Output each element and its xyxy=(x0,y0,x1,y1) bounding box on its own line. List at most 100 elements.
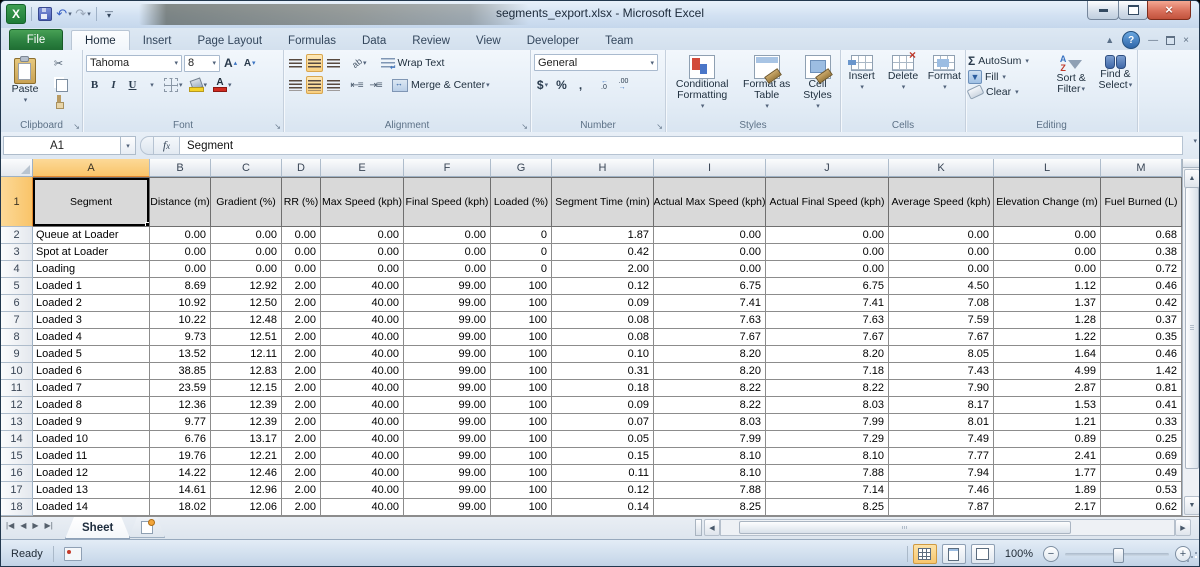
normal-view-button[interactable] xyxy=(913,544,937,564)
cell-H2[interactable]: 1.87 xyxy=(552,227,654,244)
cell-K1[interactable]: Average Speed (kph) xyxy=(889,177,994,227)
underline-button[interactable]: U xyxy=(124,76,141,94)
cell-G17[interactable]: 100 xyxy=(491,482,552,499)
row-header-6[interactable]: 6 xyxy=(1,295,33,312)
cell-B8[interactable]: 9.73 xyxy=(150,329,211,346)
cell-B11[interactable]: 23.59 xyxy=(150,380,211,397)
help-icon[interactable]: ? xyxy=(1122,31,1140,49)
cell-E10[interactable]: 40.00 xyxy=(321,363,404,380)
cell-G2[interactable]: 0 xyxy=(491,227,552,244)
cell-B10[interactable]: 38.85 xyxy=(150,363,211,380)
cell-K3[interactable]: 0.00 xyxy=(889,244,994,261)
column-header-f[interactable]: F xyxy=(404,159,491,177)
cell-F14[interactable]: 99.00 xyxy=(404,431,491,448)
cell-E18[interactable]: 40.00 xyxy=(321,499,404,516)
cell-I5[interactable]: 6.75 xyxy=(654,278,766,295)
cell-K14[interactable]: 7.49 xyxy=(889,431,994,448)
cell-A9[interactable]: Loaded 5 xyxy=(33,346,150,363)
cell-D7[interactable]: 2.00 xyxy=(282,312,321,329)
cell-E1[interactable]: Max Speed (kph) xyxy=(321,177,404,227)
zoom-slider[interactable] xyxy=(1065,553,1169,556)
cell-B17[interactable]: 14.61 xyxy=(150,482,211,499)
cell-L2[interactable]: 0.00 xyxy=(994,227,1101,244)
cell-I1[interactable]: Actual Max Speed (kph) xyxy=(654,177,766,227)
cell-A10[interactable]: Loaded 6 xyxy=(33,363,150,380)
cell-E8[interactable]: 40.00 xyxy=(321,329,404,346)
cell-E11[interactable]: 40.00 xyxy=(321,380,404,397)
autosum-button[interactable]: ΣAutoSum▾ xyxy=(966,53,1049,69)
cell-B2[interactable]: 0.00 xyxy=(150,227,211,244)
cell-E17[interactable]: 40.00 xyxy=(321,482,404,499)
cell-I4[interactable]: 0.00 xyxy=(654,261,766,278)
cell-F5[interactable]: 99.00 xyxy=(404,278,491,295)
cell-E7[interactable]: 40.00 xyxy=(321,312,404,329)
cell-G4[interactable]: 0 xyxy=(491,261,552,278)
cell-L10[interactable]: 4.99 xyxy=(994,363,1101,380)
cell-F8[interactable]: 99.00 xyxy=(404,329,491,346)
cell-D14[interactable]: 2.00 xyxy=(282,431,321,448)
cell-L3[interactable]: 0.00 xyxy=(994,244,1101,261)
cell-B3[interactable]: 0.00 xyxy=(150,244,211,261)
cell-F18[interactable]: 99.00 xyxy=(404,499,491,516)
cell-H6[interactable]: 0.09 xyxy=(552,295,654,312)
cell-J1[interactable]: Actual Final Speed (kph) xyxy=(766,177,889,227)
comma-style-button[interactable]: , xyxy=(572,76,589,94)
cell-E12[interactable]: 40.00 xyxy=(321,397,404,414)
name-box-dropdown[interactable]: ▾ xyxy=(121,136,136,155)
cell-D18[interactable]: 2.00 xyxy=(282,499,321,516)
cell-C8[interactable]: 12.51 xyxy=(211,329,282,346)
macro-record-icon[interactable] xyxy=(64,547,82,561)
column-header-l[interactable]: L xyxy=(994,159,1101,177)
cell-B18[interactable]: 18.02 xyxy=(150,499,211,516)
cell-I13[interactable]: 8.03 xyxy=(654,414,766,431)
align-right-button[interactable] xyxy=(325,76,342,94)
dialog-launcher-icon[interactable]: ↘ xyxy=(656,122,663,131)
decrease-decimal-button[interactable]: .00→ xyxy=(615,76,632,94)
cell-C9[interactable]: 12.11 xyxy=(211,346,282,363)
cell-C12[interactable]: 12.39 xyxy=(211,397,282,414)
percent-style-button[interactable]: % xyxy=(553,76,570,94)
cell-H16[interactable]: 0.11 xyxy=(552,465,654,482)
cell-F4[interactable]: 0.00 xyxy=(404,261,491,278)
cell-M16[interactable]: 0.49 xyxy=(1101,465,1182,482)
cell-B12[interactable]: 12.36 xyxy=(150,397,211,414)
cell-L1[interactable]: Elevation Change (m) xyxy=(994,177,1101,227)
cell-I10[interactable]: 8.20 xyxy=(654,363,766,380)
cell-G11[interactable]: 100 xyxy=(491,380,552,397)
cell-F17[interactable]: 99.00 xyxy=(404,482,491,499)
cell-C2[interactable]: 0.00 xyxy=(211,227,282,244)
cell-C11[interactable]: 12.15 xyxy=(211,380,282,397)
cell-L6[interactable]: 1.37 xyxy=(994,295,1101,312)
cell-G15[interactable]: 100 xyxy=(491,448,552,465)
cell-F11[interactable]: 99.00 xyxy=(404,380,491,397)
name-box[interactable]: A1 xyxy=(3,136,121,155)
align-middle-button[interactable] xyxy=(306,54,323,72)
font-name-combo[interactable]: Tahoma▾ xyxy=(86,55,182,72)
cell-M1[interactable]: Fuel Burned (L) xyxy=(1101,177,1182,227)
cell-E4[interactable]: 0.00 xyxy=(321,261,404,278)
cell-D10[interactable]: 2.00 xyxy=(282,363,321,380)
accounting-format-button[interactable]: $▾ xyxy=(534,76,551,94)
horizontal-scroll-thumb[interactable] xyxy=(739,521,1071,534)
cell-J3[interactable]: 0.00 xyxy=(766,244,889,261)
cell-B5[interactable]: 8.69 xyxy=(150,278,211,295)
tab-insert[interactable]: Insert xyxy=(130,31,185,50)
cell-D4[interactable]: 0.00 xyxy=(282,261,321,278)
cell-A6[interactable]: Loaded 2 xyxy=(33,295,150,312)
cell-H12[interactable]: 0.09 xyxy=(552,397,654,414)
cell-H1[interactable]: Segment Time (min) xyxy=(552,177,654,227)
last-sheet-icon[interactable]: ▶| xyxy=(45,521,53,530)
row-header-13[interactable]: 13 xyxy=(1,414,33,431)
dialog-launcher-icon[interactable]: ↘ xyxy=(521,122,528,131)
cell-D2[interactable]: 0.00 xyxy=(282,227,321,244)
cell-J6[interactable]: 7.41 xyxy=(766,295,889,312)
cell-K17[interactable]: 7.46 xyxy=(889,482,994,499)
cell-K8[interactable]: 7.67 xyxy=(889,329,994,346)
cell-J18[interactable]: 8.25 xyxy=(766,499,889,516)
page-layout-view-button[interactable] xyxy=(942,544,966,564)
cell-M2[interactable]: 0.68 xyxy=(1101,227,1182,244)
cell-A3[interactable]: Spot at Loader xyxy=(33,244,150,261)
formula-bar-splitter[interactable] xyxy=(140,136,154,155)
scroll-right-icon[interactable]: ▶ xyxy=(1175,519,1191,536)
underline-options-button[interactable]: ▾ xyxy=(143,76,160,94)
